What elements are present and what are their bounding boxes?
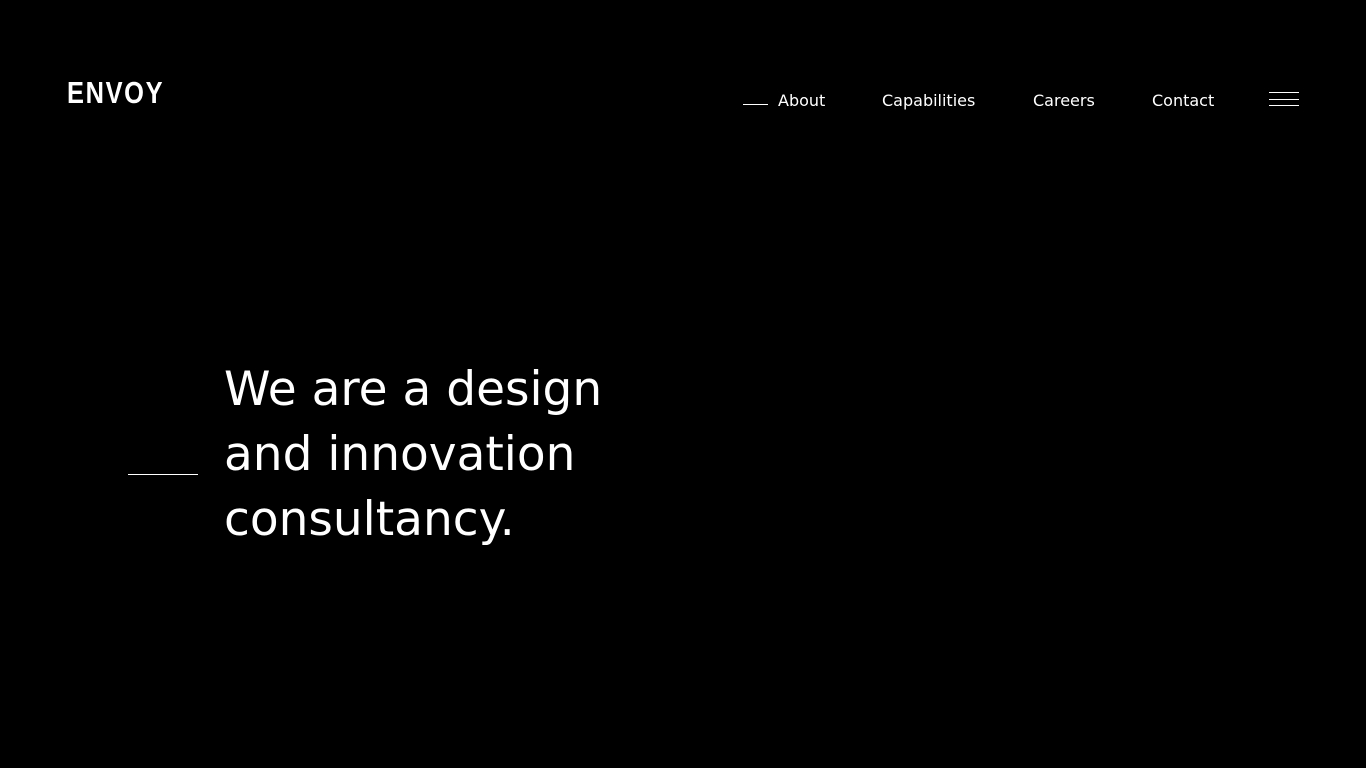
nav-link-careers[interactable]: Careers bbox=[1033, 88, 1095, 114]
hero-line-3: consultancy. bbox=[224, 492, 515, 547]
hero-headline: We are a design and innovation consultan… bbox=[224, 357, 664, 552]
menu-icon-bar bbox=[1269, 99, 1299, 100]
nav-link-capabilities[interactable]: Capabilities bbox=[882, 88, 975, 114]
main-navigation: About Capabilities Careers Contact bbox=[0, 88, 1366, 114]
nav-link-about[interactable]: About bbox=[778, 88, 825, 114]
nav-link-contact[interactable]: Contact bbox=[1152, 88, 1214, 114]
hero-accent-line bbox=[128, 474, 198, 475]
hamburger-menu-icon[interactable] bbox=[1266, 88, 1302, 112]
hero-line-2: and innovation bbox=[224, 427, 576, 482]
menu-icon-bar bbox=[1269, 105, 1299, 106]
hero-line-1: We are a design bbox=[224, 362, 603, 417]
menu-icon-bar bbox=[1269, 92, 1299, 93]
